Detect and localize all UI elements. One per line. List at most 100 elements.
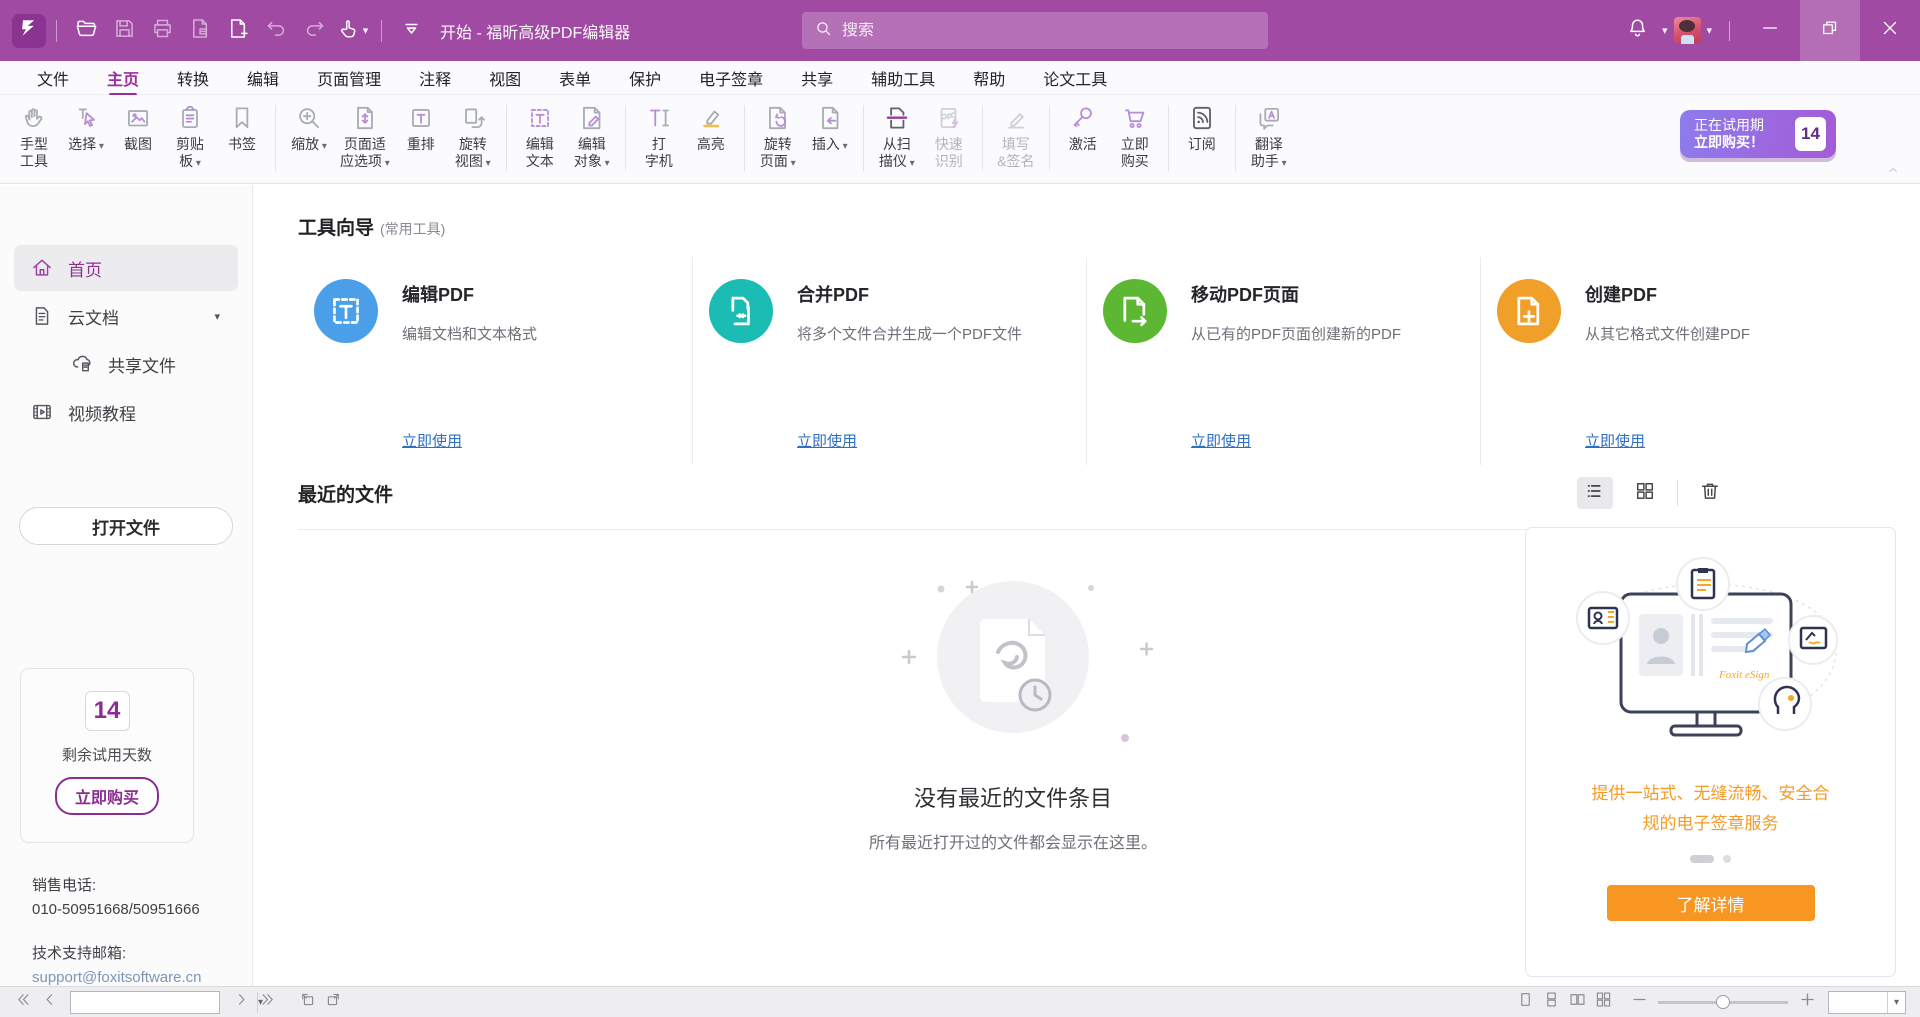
menu-item-10[interactable]: 电子签章	[699, 61, 763, 95]
hand-tool-button[interactable]: 手型工具	[8, 101, 60, 172]
quick-ocr-button[interactable]: 快速识别	[923, 101, 975, 172]
fill-sign-button[interactable]: 填写&签名	[990, 101, 1042, 170]
clouddoc-icon	[30, 304, 54, 328]
menu-item-3[interactable]: 转换	[177, 61, 209, 95]
tool-card-1[interactable]: 编辑PDF编辑文档和文本格式立即使用	[298, 257, 692, 465]
sidebar-item-4[interactable]: 视频教程	[14, 389, 238, 435]
insert-button[interactable]: 插入 ▾	[804, 101, 856, 172]
redo-button[interactable]	[295, 12, 333, 50]
tool-card-3[interactable]: 移动PDF页面从已有的PDF页面创建新的PDF立即使用	[1086, 257, 1480, 465]
c-edit-icon	[314, 279, 378, 343]
caret-down-icon[interactable]: ▾	[1706, 24, 1712, 37]
zoom-level-box[interactable]: ▾	[1828, 991, 1906, 1014]
save-button[interactable]	[105, 12, 143, 50]
hand-select-quick-button[interactable]: ▾	[333, 12, 371, 50]
last-page-button[interactable]	[254, 989, 280, 1015]
typewriter-button[interactable]: 打字机	[633, 101, 685, 170]
search-box[interactable]	[802, 12, 1268, 49]
grid-view-button[interactable]	[1627, 477, 1663, 509]
sidebar-item-1[interactable]: 首页	[14, 245, 238, 291]
facing-continuous-view-button[interactable]	[1590, 989, 1616, 1015]
menu-item-5[interactable]: 页面管理	[317, 61, 381, 95]
continuous-view-button[interactable]	[1538, 989, 1564, 1015]
sidebar-item-3[interactable]: 共享文件	[14, 341, 238, 387]
select-tool-button[interactable]: 选择 ▾	[60, 101, 112, 172]
menu-item-13[interactable]: 帮助	[973, 61, 1005, 95]
quick-access-menu-button[interactable]	[392, 12, 430, 50]
snapshot-button[interactable]: 截图	[112, 101, 164, 172]
menu-item-7[interactable]: 视图	[489, 61, 521, 95]
previous-view-button[interactable]	[294, 989, 320, 1015]
minimize-button[interactable]	[1740, 0, 1800, 61]
menu-item-6[interactable]: 注释	[419, 61, 451, 95]
zoom-level-dropdown[interactable]: ▾	[1887, 992, 1905, 1013]
open-file-button[interactable]: 打开文件	[19, 507, 233, 545]
tool-card-use-link[interactable]: 立即使用	[1191, 430, 1251, 451]
next-view-button[interactable]	[320, 989, 346, 1015]
menu-item-2[interactable]: 主页	[107, 61, 139, 95]
svg-text:Foxit eSign: Foxit eSign	[1718, 669, 1770, 681]
reflow-button[interactable]: 重排	[395, 101, 447, 172]
undo-button[interactable]	[257, 12, 295, 50]
zoom-button[interactable]: 缩放 ▾	[283, 101, 335, 172]
export-button[interactable]	[181, 12, 219, 50]
search-input[interactable]	[842, 22, 1222, 40]
facing-view-button[interactable]	[1564, 989, 1590, 1015]
menu-item-9[interactable]: 保护	[629, 61, 661, 95]
activate-button[interactable]: 激活	[1057, 101, 1109, 170]
tool-card-use-link[interactable]: 立即使用	[797, 430, 857, 451]
clipboard-button[interactable]: 剪贴板 ▾	[164, 101, 216, 172]
menu-item-12[interactable]: 辅助工具	[871, 61, 935, 95]
edit-text-button[interactable]: 编辑文本	[514, 101, 566, 172]
toolbar-group-10: 翻译助手 ▾	[1243, 101, 1295, 172]
menu-item-11[interactable]: 共享	[801, 61, 833, 95]
highlight-button[interactable]: 高亮	[685, 101, 737, 170]
close-button[interactable]	[1860, 0, 1920, 61]
caret-down-icon[interactable]: ▾	[1662, 24, 1668, 37]
menu-item-14[interactable]: 论文工具	[1043, 61, 1107, 95]
bookmark-button[interactable]: 书签	[216, 101, 268, 172]
first-page-button[interactable]	[10, 989, 36, 1015]
sidebar-item-2[interactable]: 云文档▾	[14, 293, 238, 339]
menu-item-8[interactable]: 表单	[559, 61, 591, 95]
rotate-page-button[interactable]: 旋转页面 ▾	[752, 101, 804, 172]
tool-card-4[interactable]: 创建PDF从其它格式文件创建PDF立即使用	[1480, 257, 1874, 465]
tool-card-2[interactable]: 合并PDF将多个文件合并生成一个PDF文件立即使用	[692, 257, 1086, 465]
create-doc-button[interactable]	[219, 12, 257, 50]
user-avatar[interactable]	[1674, 17, 1701, 44]
tool-card-use-link[interactable]: 立即使用	[1585, 430, 1645, 451]
zoom-slider[interactable]	[1658, 989, 1788, 1015]
edittext-icon	[523, 101, 557, 135]
next-page-button[interactable]	[228, 989, 254, 1015]
collapse-toolbar-button[interactable]	[1884, 163, 1906, 179]
zoom-out-button[interactable]	[1626, 989, 1652, 1015]
menu-item-1[interactable]: 文件	[37, 61, 69, 95]
learn-more-button[interactable]: 了解详情	[1607, 885, 1815, 921]
trial-badge[interactable]: 正在试用期 立即购买！ 14	[1680, 110, 1836, 158]
zoom-slider-thumb[interactable]	[1716, 995, 1730, 1009]
pager-dot-active[interactable]	[1690, 855, 1714, 863]
page-fit-button[interactable]: 页面适应选项 ▾	[335, 101, 395, 172]
single-page-view-button[interactable]	[1512, 989, 1538, 1015]
tool-card-use-link[interactable]: 立即使用	[402, 430, 462, 451]
restore-button[interactable]	[1800, 0, 1860, 61]
previous-page-button[interactable]	[36, 989, 62, 1015]
print-button[interactable]	[143, 12, 181, 50]
pager-dot[interactable]	[1723, 855, 1731, 863]
open-file-quick-button[interactable]	[67, 12, 105, 50]
rotate-view-button[interactable]: 旋转视图 ▾	[447, 101, 499, 172]
menu-item-4[interactable]: 编辑	[247, 61, 279, 95]
zoom-in-button[interactable]	[1794, 989, 1820, 1015]
notifications-button[interactable]	[1619, 12, 1657, 50]
contact-info: 销售电话: 010-50951668/50951666 技术支持邮箱: supp…	[32, 875, 201, 989]
subscribe-button[interactable]: 订阅	[1176, 101, 1228, 153]
buy-now-sidebar-button[interactable]: 立即购买	[55, 777, 159, 815]
list-view-button[interactable]	[1577, 477, 1613, 509]
clear-recent-button[interactable]	[1692, 477, 1728, 509]
caret-down-icon[interactable]: ▾	[214, 310, 220, 323]
from-scanner-button[interactable]: 从扫描仪 ▾	[871, 101, 923, 172]
translate-assistant-button[interactable]: 翻译助手 ▾	[1243, 101, 1295, 172]
rotatepage-icon	[761, 101, 795, 135]
edit-object-button[interactable]: 编辑对象 ▾	[566, 101, 618, 172]
buy-now-button[interactable]: 立即购买	[1109, 101, 1161, 170]
